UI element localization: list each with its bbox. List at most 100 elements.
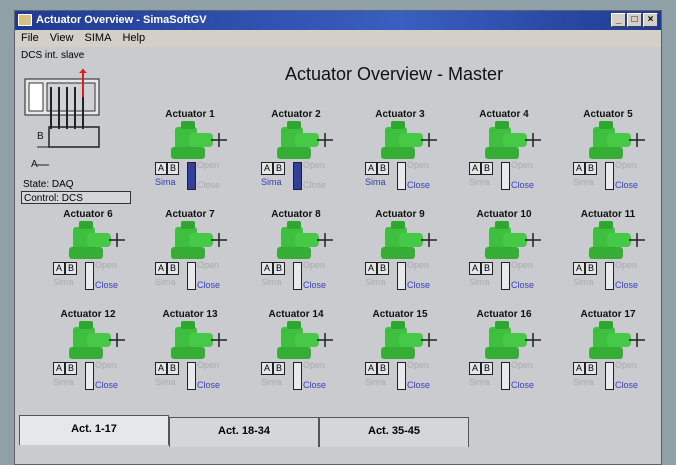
actuator-sima-label: Sima bbox=[573, 377, 594, 387]
actuator-tile[interactable]: Actuator 1 A B Sima Open Close bbox=[145, 109, 235, 209]
actuator-position-bar bbox=[501, 262, 510, 290]
actuator-tile[interactable]: Actuator 13 A B Sima Open Close bbox=[145, 309, 235, 409]
actuator-close-label: Close bbox=[407, 380, 431, 390]
actuator-tile[interactable]: Actuator 17 A B Sima Open Close bbox=[563, 309, 653, 409]
actuator-sima-label: Sima bbox=[573, 277, 594, 287]
menu-sima[interactable]: SIMA bbox=[85, 32, 112, 44]
actuator-sima-label: Sima bbox=[261, 377, 282, 387]
actuator-tile[interactable]: Actuator 2 A B Sima Open Close bbox=[251, 109, 341, 209]
app-window: Actuator Overview - SimaSoftGV _ □ × Fil… bbox=[14, 10, 662, 465]
close-window-button[interactable]: × bbox=[643, 13, 658, 27]
app-icon bbox=[18, 14, 32, 26]
actuator-open-label: Open bbox=[197, 260, 220, 270]
actuator-b-indicator: B bbox=[167, 162, 179, 175]
actuator-open-label: Open bbox=[615, 360, 638, 370]
actuator-position-bar bbox=[605, 262, 614, 290]
actuator-close-label: Close bbox=[511, 280, 535, 290]
main-content: DCS int. slave Actuator Overview - Maste… bbox=[15, 47, 661, 447]
actuator-tile[interactable]: Actuator 3 A B Sima Open Close bbox=[355, 109, 445, 209]
actuator-valve-icon bbox=[69, 321, 125, 359]
actuator-open-label: Open bbox=[407, 360, 430, 370]
actuator-a-indicator: A bbox=[261, 262, 273, 275]
actuator-close-label: Close bbox=[615, 380, 639, 390]
actuator-open-label: Open bbox=[95, 360, 118, 370]
actuator-b-indicator: B bbox=[585, 362, 597, 375]
page-title: Actuator Overview - Master bbox=[285, 64, 504, 84]
actuator-b-indicator: B bbox=[273, 362, 285, 375]
actuator-close-label: Close bbox=[197, 180, 221, 190]
actuator-position-bar bbox=[187, 362, 196, 390]
actuator-close-label: Close bbox=[615, 180, 639, 190]
actuator-name: Actuator 15 bbox=[372, 309, 428, 320]
actuator-sima-label: Sima bbox=[365, 277, 386, 287]
actuator-sima-label: Sima bbox=[365, 177, 386, 187]
actuator-sima-label: Sima bbox=[469, 277, 490, 287]
actuator-name: Actuator 17 bbox=[580, 309, 636, 320]
control-label: Control: DCS bbox=[21, 191, 131, 204]
actuator-tile[interactable]: Actuator 15 A B Sima Open Close bbox=[355, 309, 445, 409]
actuator-name: Actuator 1 bbox=[165, 109, 215, 120]
actuator-valve-icon bbox=[381, 221, 437, 259]
maximize-button[interactable]: □ bbox=[627, 13, 642, 27]
actuator-valve-icon bbox=[171, 121, 227, 159]
title-bar[interactable]: Actuator Overview - SimaSoftGV _ □ × bbox=[15, 11, 661, 30]
actuator-a-indicator: A bbox=[365, 262, 377, 275]
actuator-open-label: Open bbox=[303, 160, 326, 170]
actuator-tile[interactable]: Actuator 5 A B Sima Open Close bbox=[563, 109, 653, 209]
actuator-a-indicator: A bbox=[261, 362, 273, 375]
actuator-name: Actuator 11 bbox=[580, 209, 636, 220]
actuator-valve-icon bbox=[277, 221, 333, 259]
menu-file[interactable]: File bbox=[21, 32, 39, 44]
actuator-tile[interactable]: Actuator 12 A B Sima Open Close bbox=[43, 309, 133, 409]
actuator-position-bar bbox=[501, 362, 510, 390]
actuator-close-label: Close bbox=[511, 180, 535, 190]
actuator-valve-icon bbox=[69, 221, 125, 259]
actuator-open-label: Open bbox=[303, 360, 326, 370]
actuator-tile[interactable]: Actuator 4 A B Sima Open Close bbox=[459, 109, 549, 209]
actuator-open-label: Open bbox=[511, 260, 534, 270]
menu-help[interactable]: Help bbox=[122, 32, 145, 44]
actuator-b-indicator: B bbox=[481, 362, 493, 375]
menu-view[interactable]: View bbox=[50, 32, 74, 44]
actuator-tile[interactable]: Actuator 14 A B Sima Open Close bbox=[251, 309, 341, 409]
actuator-tile[interactable]: Actuator 6 A B Sima Open Close bbox=[43, 209, 133, 309]
actuator-name: Actuator 9 bbox=[375, 209, 425, 220]
actuator-position-bar bbox=[397, 262, 406, 290]
actuator-position-bar bbox=[85, 362, 94, 390]
actuator-tile[interactable]: Actuator 11 A B Sima Open Close bbox=[563, 209, 653, 309]
actuator-a-indicator: A bbox=[53, 262, 65, 275]
actuator-sima-label: Sima bbox=[573, 177, 594, 187]
actuator-valve-icon bbox=[485, 221, 541, 259]
actuator-tile[interactable]: Actuator 9 A B Sima Open Close bbox=[355, 209, 445, 309]
actuator-a-indicator: A bbox=[469, 362, 481, 375]
actuator-sima-label: Sima bbox=[469, 377, 490, 387]
actuator-valve-icon bbox=[589, 221, 645, 259]
actuator-sima-label: Sima bbox=[53, 277, 74, 287]
state-label: State: DAQ bbox=[23, 179, 74, 190]
actuator-a-indicator: A bbox=[155, 262, 167, 275]
actuator-tile[interactable]: Actuator 7 A B Sima Open Close bbox=[145, 209, 235, 309]
minimize-button[interactable]: _ bbox=[611, 13, 626, 27]
actuator-open-label: Open bbox=[407, 260, 430, 270]
actuator-tile[interactable]: Actuator 16 A B Sima Open Close bbox=[459, 309, 549, 409]
actuator-valve-icon bbox=[589, 121, 645, 159]
actuator-name: Actuator 3 bbox=[375, 109, 425, 120]
actuator-b-indicator: B bbox=[65, 262, 77, 275]
actuator-close-label: Close bbox=[197, 380, 221, 390]
actuator-tile[interactable]: Actuator 10 A B Sima Open Close bbox=[459, 209, 549, 309]
schematic-label-a: A bbox=[31, 159, 38, 170]
actuator-open-label: Open bbox=[615, 160, 638, 170]
actuator-valve-icon bbox=[381, 321, 437, 359]
actuator-valve-icon bbox=[485, 321, 541, 359]
tab-act-1-17[interactable]: Act. 1-17 bbox=[19, 415, 169, 445]
tab-act-18-34[interactable]: Act. 18-34 bbox=[169, 417, 319, 447]
actuator-name: Actuator 12 bbox=[60, 309, 116, 320]
actuator-a-indicator: A bbox=[155, 162, 167, 175]
tab-act-35-45[interactable]: Act. 35-45 bbox=[319, 417, 469, 447]
actuator-position-bar bbox=[501, 162, 510, 190]
actuator-tile[interactable]: Actuator 8 A B Sima Open Close bbox=[251, 209, 341, 309]
actuator-name: Actuator 4 bbox=[479, 109, 529, 120]
actuator-name: Actuator 14 bbox=[268, 309, 324, 320]
actuator-open-label: Open bbox=[197, 360, 220, 370]
actuator-sima-label: Sima bbox=[469, 177, 490, 187]
